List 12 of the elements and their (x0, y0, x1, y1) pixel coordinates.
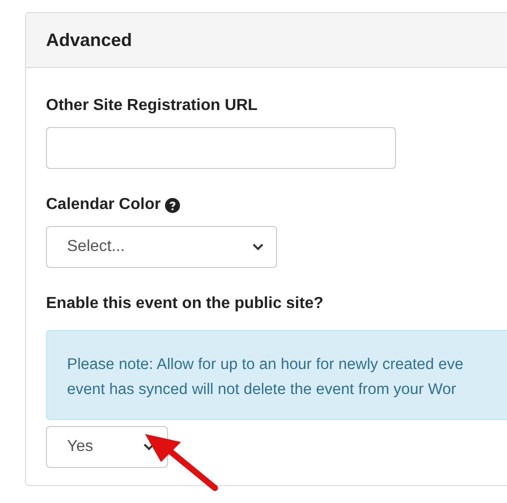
notice-text: event has synced will not delete the event from your Wor (67, 380, 458, 400)
panel-title: Advanced (46, 28, 132, 52)
url-input-field[interactable] (46, 127, 396, 169)
select-dropdown[interactable]: Select... (46, 226, 277, 268)
help-icon (164, 198, 180, 212)
chevron-down-icon (143, 443, 155, 451)
notice-text: Please note: Allow for up to an hour for newly created eve (67, 355, 464, 375)
chevron-down-icon (252, 243, 264, 251)
field-label: Other Site Registration URL (46, 96, 258, 116)
field-label: Calendar Color (46, 195, 161, 215)
select-dropdown[interactable]: Yes (46, 426, 168, 468)
field-label: Enable this event on the public site? (46, 294, 324, 314)
